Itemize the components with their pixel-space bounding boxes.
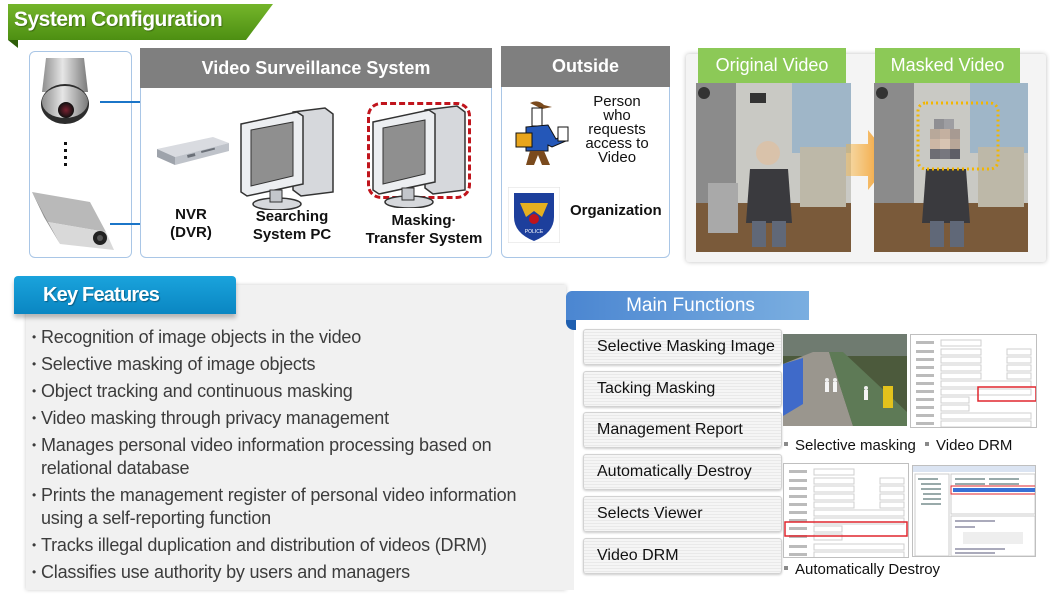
searching-pc-label: Searching System PC <box>252 208 332 243</box>
video-drm-thumbnail <box>910 334 1037 428</box>
key-features-header: Key Features <box>14 276 236 314</box>
video-surveillance-system-panel: NVR (DVR) Searching System PC Masking· T… <box>140 88 492 258</box>
nvr-label: NVR (DVR) <box>170 206 212 241</box>
outside-panel: Person who requests access to Video POLI… <box>501 87 670 258</box>
viewer-tree-thumbnail <box>912 465 1036 557</box>
key-features-list: Recognition of image objects in the vide… <box>32 326 562 588</box>
masked-video-tag: Masked Video <box>875 48 1020 83</box>
selective-masking-thumbnail <box>783 334 907 426</box>
police-badge-icon: POLICE <box>508 187 560 243</box>
feature-item: Video masking through privacy management <box>32 407 562 430</box>
feature-item: Selective masking of image objects <box>32 353 562 376</box>
feature-item: Object tracking and continuous masking <box>32 380 562 403</box>
masking-transfer-pc-icon <box>372 105 466 208</box>
function-automatically-destroy[interactable]: Automatically Destroy <box>583 454 782 490</box>
person-requester-label: Person who requests access to Video <box>585 93 649 166</box>
feature-item: Recognition of image objects in the vide… <box>32 326 562 349</box>
person-courier-icon <box>515 101 569 165</box>
explorer-screenshot <box>913 466 1035 556</box>
organization-label: Organization <box>570 202 662 219</box>
function-video-drm[interactable]: Video DRM <box>583 538 782 574</box>
automatically-destroy-thumbnail <box>783 463 909 558</box>
masking-transfer-label: Masking· Transfer System <box>365 212 483 247</box>
form-screenshot <box>916 339 1036 427</box>
original-video-frame <box>696 83 851 252</box>
main-functions-header: Main Functions <box>566 291 809 320</box>
feature-item: Prints the management register of person… <box>32 484 562 530</box>
original-video-tag: Original Video <box>698 48 846 83</box>
office-scene-original <box>696 83 851 252</box>
feature-item: Manages personal video information proce… <box>32 434 562 480</box>
function-selects-viewer[interactable]: Selects Viewer <box>583 496 782 532</box>
bullet-square-icon <box>784 442 788 447</box>
street-scene <box>783 334 907 426</box>
function-selective-masking-image[interactable]: Selective Masking Image <box>583 329 782 365</box>
office-scene-masked <box>874 83 1028 252</box>
outside-header: Outside <box>501 46 670 87</box>
selective-masking-caption: Selective masking <box>784 437 916 454</box>
masked-video-frame <box>874 83 1028 252</box>
searching-pc-icon <box>240 107 334 210</box>
form-screenshot <box>784 468 908 557</box>
main-functions-edge <box>566 300 574 590</box>
automatically-destroy-caption: Automatically Destroy <box>784 561 940 578</box>
video-surveillance-system-header: Video Surveillance System <box>140 48 492 88</box>
nvr-device-icon <box>157 137 229 165</box>
function-tracking-masking[interactable]: Tacking Masking <box>583 371 782 407</box>
feature-item: Classifies use authority by users and ma… <box>32 561 562 584</box>
video-drm-caption: Video DRM <box>925 437 1012 454</box>
police-badge-text: POLICE <box>525 229 544 235</box>
bullet-square-icon <box>784 566 788 571</box>
feature-item: Tracks illegal duplication and distribut… <box>32 534 562 557</box>
bullet-square-icon <box>925 442 929 447</box>
function-management-report[interactable]: Management Report <box>583 412 782 448</box>
